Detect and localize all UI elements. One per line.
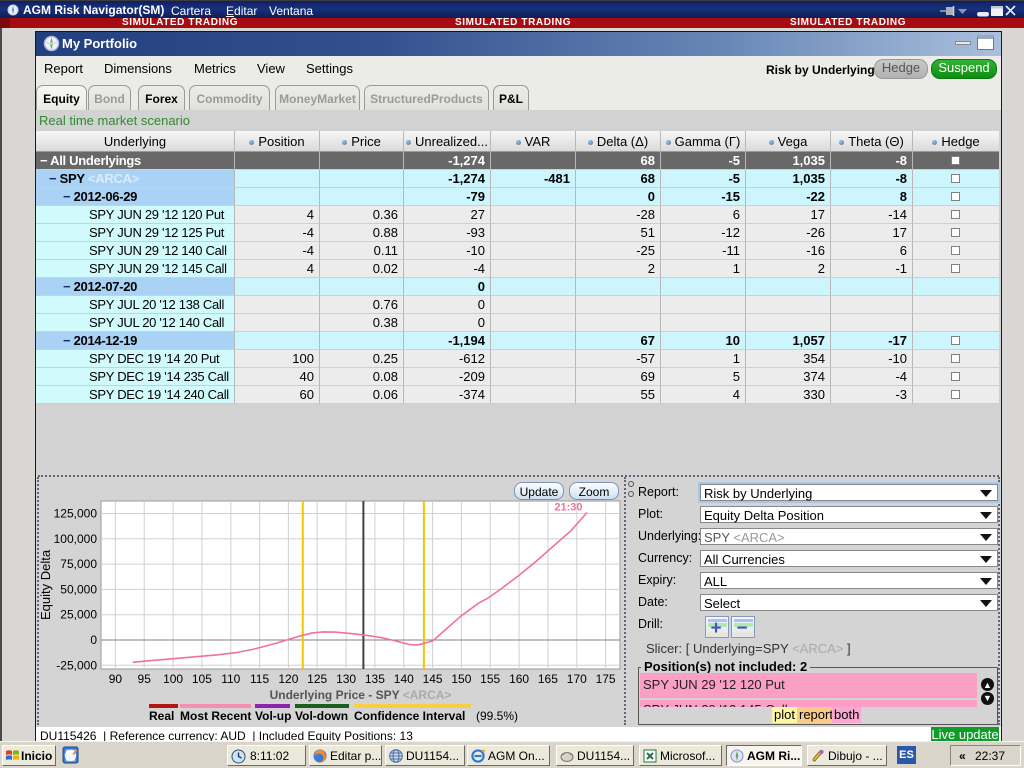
svg-text:170: 170 bbox=[567, 672, 587, 686]
svg-text:-25,000: -25,000 bbox=[56, 658, 97, 672]
svg-text:50,000: 50,000 bbox=[60, 582, 97, 596]
svg-text:150: 150 bbox=[451, 672, 471, 686]
svg-text:Underlying Price - SPY <ARCA>: Underlying Price - SPY <ARCA> bbox=[270, 688, 452, 702]
svg-text:21:30: 21:30 bbox=[554, 502, 582, 514]
svg-text:100,000: 100,000 bbox=[54, 532, 98, 546]
svg-text:Equity Delta: Equity Delta bbox=[38, 549, 53, 620]
svg-text:125,000: 125,000 bbox=[54, 507, 98, 521]
svg-text:95: 95 bbox=[138, 672, 152, 686]
svg-text:115: 115 bbox=[250, 672, 269, 686]
svg-text:175: 175 bbox=[596, 672, 616, 686]
svg-text:100: 100 bbox=[163, 672, 183, 686]
svg-text:145: 145 bbox=[423, 672, 443, 686]
svg-text:155: 155 bbox=[480, 672, 500, 686]
svg-text:0: 0 bbox=[90, 633, 97, 647]
svg-text:140: 140 bbox=[394, 672, 414, 686]
svg-text:135: 135 bbox=[365, 672, 385, 686]
svg-text:130: 130 bbox=[336, 672, 356, 686]
svg-text:160: 160 bbox=[509, 672, 529, 686]
svg-text:25,000: 25,000 bbox=[60, 608, 97, 622]
svg-text:110: 110 bbox=[221, 672, 240, 686]
svg-text:120: 120 bbox=[278, 672, 298, 686]
svg-text:125: 125 bbox=[307, 672, 327, 686]
svg-text:90: 90 bbox=[109, 672, 123, 686]
svg-text:75,000: 75,000 bbox=[60, 557, 97, 571]
svg-text:105: 105 bbox=[192, 672, 212, 686]
svg-text:165: 165 bbox=[538, 672, 558, 686]
